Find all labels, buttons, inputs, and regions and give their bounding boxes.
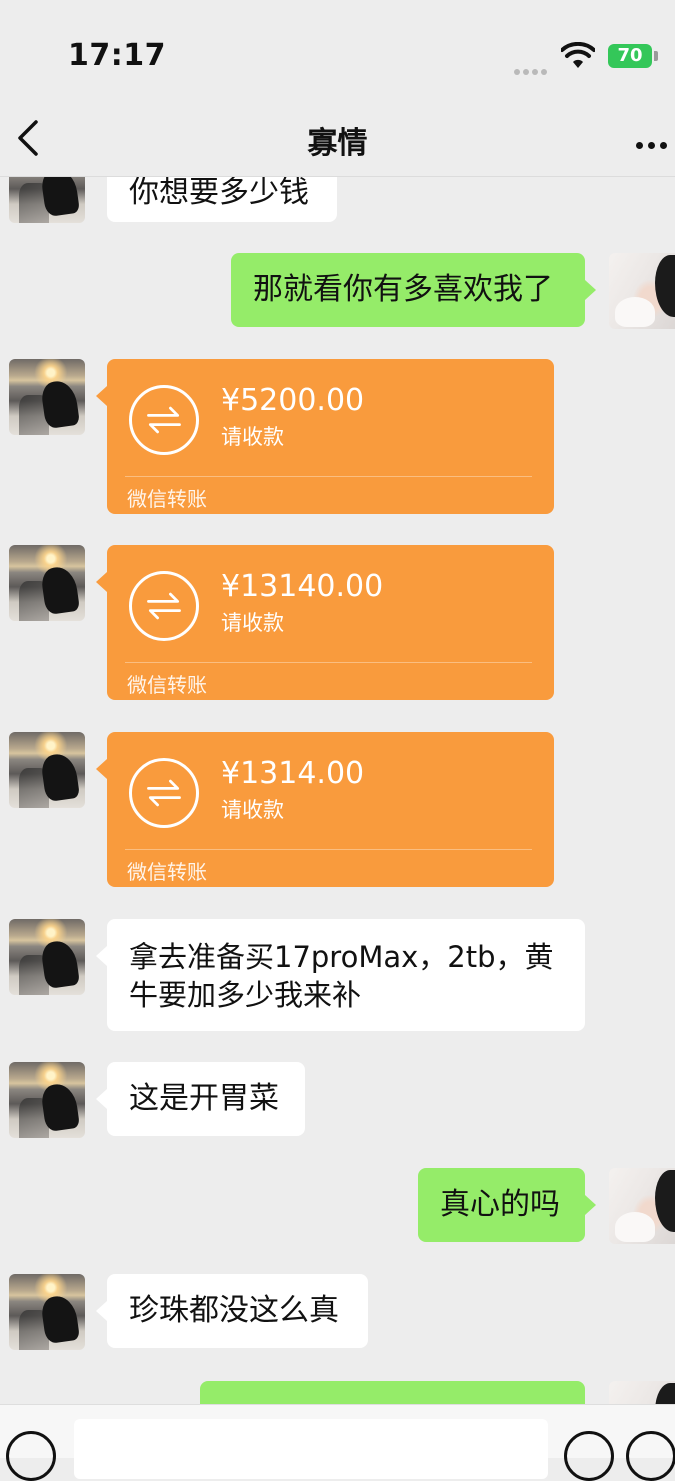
battery-level: 70 [608,44,652,68]
status-bar: 17:17 70 [0,0,675,100]
transfer-icon [129,385,199,455]
message-bubble-received[interactable]: 拿去准备买17proMax，2tb，黄 牛要加多少我来补 [107,919,585,1031]
user-avatar[interactable] [609,253,675,329]
divider [125,476,532,477]
message-bubble-sent[interactable]: 那就看你有多喜欢我了 [231,253,585,327]
transfer-status: 请收款 [221,611,284,635]
wifi-icon [561,42,595,68]
more-icon[interactable] [636,134,675,149]
divider [125,662,532,663]
input-bar [0,1404,675,1481]
message-input[interactable] [74,1419,548,1479]
message-text-line: 拿去准备买17proMax，2tb，黄 [129,940,554,974]
transfer-icon [129,758,199,828]
message-text: 这是开胃菜 [129,1081,279,1116]
signal-icon [514,60,550,75]
message-text: 那就看你有多喜欢我了 [253,272,553,307]
message-text-line: 牛要加多少我来补 [129,978,362,1012]
message-bubble-received[interactable]: 这是开胃菜 [107,1062,305,1136]
message-text: 真心的吗 [440,1187,560,1222]
battery-cap [654,51,658,61]
bubble-tail [585,280,596,300]
transfer-card[interactable]: ¥1314.00 请收款 微信转账 [107,732,554,887]
contact-avatar[interactable] [9,732,85,808]
transfer-amount: ¥5200.00 [221,383,365,418]
transfer-status: 请收款 [221,798,284,822]
transfer-amount: ¥13140.00 [221,569,384,604]
contact-avatar[interactable] [9,1274,85,1350]
transfer-icon [129,571,199,641]
voice-icon[interactable] [6,1431,56,1481]
message-bubble-received[interactable]: 珍珠都没这么真 [107,1274,368,1348]
message-bubble-sent[interactable]: 真心的吗 [418,1168,585,1242]
contact-avatar[interactable] [9,359,85,435]
emoji-icon[interactable] [564,1431,614,1481]
transfer-label: 微信转账 [127,860,207,884]
message-text: 你想要多少钱 [129,175,309,210]
transfer-label: 微信转账 [127,673,207,697]
bubble-tail [96,759,107,779]
chat-title: 寡情 [307,126,368,161]
transfer-status: 请收款 [221,425,284,449]
divider [125,849,532,850]
transfer-amount: ¥1314.00 [221,756,365,791]
bubble-tail [96,572,107,592]
message-text: 珍珠都没这么真 [129,1293,339,1328]
bubble-tail [96,386,107,406]
user-avatar[interactable] [609,1168,675,1244]
bubble-tail [585,1195,596,1215]
contact-avatar[interactable] [9,1062,85,1138]
bubble-tail [96,946,107,966]
bubble-tail [96,1301,107,1321]
transfer-label: 微信转账 [127,487,207,511]
chat-header: 寡情 [0,100,675,177]
plus-icon[interactable] [626,1431,675,1481]
transfer-card[interactable]: ¥13140.00 请收款 微信转账 [107,545,554,700]
bubble-tail [96,1089,107,1109]
contact-avatar[interactable] [9,545,85,621]
status-time: 17:17 [68,38,166,73]
contact-avatar[interactable] [9,919,85,995]
transfer-card[interactable]: ¥5200.00 请收款 微信转账 [107,359,554,514]
